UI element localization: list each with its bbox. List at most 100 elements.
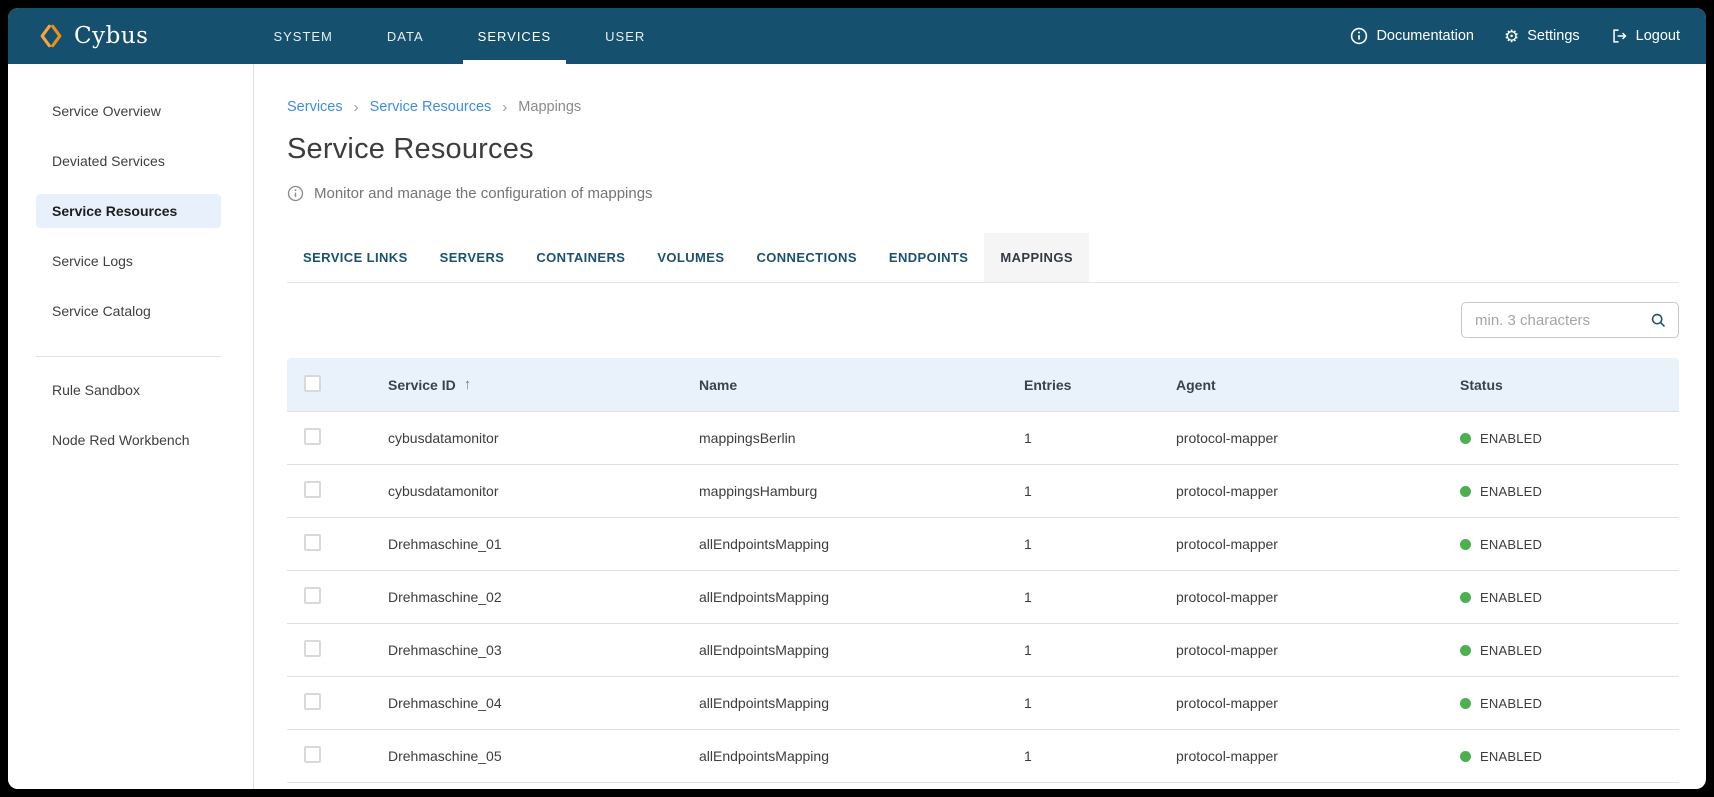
column-header-name[interactable]: Name	[699, 377, 1024, 393]
cell-status: ENABLED	[1460, 431, 1679, 446]
app-window: Cybus SYSTEM DATA SERVICES USER Document…	[8, 8, 1706, 789]
tab-servers[interactable]: SERVERS	[424, 233, 521, 282]
logout-button[interactable]: Logout	[1610, 27, 1680, 45]
tab-endpoints[interactable]: ENDPOINTS	[873, 233, 984, 282]
sidebar-item-service-overview[interactable]: Service Overview	[36, 94, 221, 128]
search-box[interactable]	[1461, 302, 1679, 338]
logout-icon	[1610, 27, 1628, 45]
table-row[interactable]: Drehmaschine_03 allEndpointsMapping 1 pr…	[287, 624, 1679, 677]
top-navbar: Cybus SYSTEM DATA SERVICES USER Document…	[8, 8, 1706, 64]
breadcrumb-service-resources[interactable]: Service Resources	[370, 99, 492, 115]
cell-entries: 1	[1024, 430, 1176, 446]
cell-name: allEndpointsMapping	[699, 642, 1024, 658]
table-row[interactable]: Drehmaschine_01 allEndpointsMapping 1 pr…	[287, 518, 1679, 571]
tab-connections[interactable]: CONNECTIONS	[740, 233, 872, 282]
cell-agent: protocol-mapper	[1176, 430, 1460, 446]
row-checkbox[interactable]	[304, 481, 321, 498]
settings-label: Settings	[1527, 28, 1579, 44]
column-header-entries[interactable]: Entries	[1024, 377, 1176, 393]
table-header-row: Service ID ↑ Name Entries Agent Status	[287, 358, 1679, 412]
sidebar-item-rule-sandbox[interactable]: Rule Sandbox	[36, 373, 221, 407]
row-checkbox[interactable]	[304, 640, 321, 657]
cell-agent: protocol-mapper	[1176, 642, 1460, 658]
search-icon[interactable]	[1650, 312, 1667, 329]
page-description-text: Monitor and manage the configuration of …	[314, 185, 653, 202]
column-header-agent[interactable]: Agent	[1176, 377, 1460, 393]
table-row[interactable]: cybusdatamonitor mappingsHamburg 1 proto…	[287, 465, 1679, 518]
cell-agent: protocol-mapper	[1176, 748, 1460, 764]
cell-status: ENABLED	[1460, 643, 1679, 658]
tab-containers[interactable]: CONTAINERS	[520, 233, 641, 282]
status-badge: ENABLED	[1480, 484, 1542, 499]
brand-name: Cybus	[74, 23, 148, 49]
table-row[interactable]: Drehmaschine_02 allEndpointsMapping 1 pr…	[287, 571, 1679, 624]
row-checkbox[interactable]	[304, 534, 321, 551]
status-dot	[1460, 751, 1471, 762]
cell-entries: 1	[1024, 536, 1176, 552]
sidebar-divider	[36, 356, 221, 357]
page-description: Monitor and manage the configuration of …	[287, 183, 1679, 203]
main-content: Services › Service Resources › Mappings …	[254, 64, 1706, 789]
tab-mappings[interactable]: MAPPINGS	[984, 233, 1089, 282]
navbar-actions: Documentation ⚙︎ Settings Logout	[1350, 8, 1680, 64]
cell-entries: 1	[1024, 483, 1176, 499]
cell-name: mappingsHamburg	[699, 483, 1024, 499]
table-row[interactable]: Drehmaschine_04 allEndpointsMapping 1 pr…	[287, 677, 1679, 730]
documentation-button[interactable]: Documentation	[1350, 27, 1474, 45]
cell-service-id: Drehmaschine_04	[388, 695, 699, 711]
page-title: Service Resources	[287, 130, 1679, 168]
column-header-service-id[interactable]: Service ID ↑	[388, 376, 699, 393]
brand-logo[interactable]: Cybus	[38, 8, 148, 64]
sidebar-item-service-logs[interactable]: Service Logs	[36, 244, 221, 278]
breadcrumb-services[interactable]: Services	[287, 99, 343, 115]
sidebar-item-deviated-services[interactable]: Deviated Services	[36, 144, 221, 178]
status-badge: ENABLED	[1480, 643, 1542, 658]
cell-entries: 1	[1024, 748, 1176, 764]
cell-status: ENABLED	[1460, 696, 1679, 711]
row-checkbox[interactable]	[304, 587, 321, 604]
cell-status: ENABLED	[1460, 749, 1679, 764]
row-checkbox[interactable]	[304, 428, 321, 445]
search-input[interactable]	[1475, 312, 1650, 329]
cell-service-id: cybusdatamonitor	[388, 430, 699, 446]
table-toolbar	[287, 302, 1679, 338]
tab-service-links[interactable]: SERVICE LINKS	[287, 233, 424, 282]
status-badge: ENABLED	[1480, 537, 1542, 552]
cell-name: allEndpointsMapping	[699, 589, 1024, 605]
select-all-checkbox[interactable]	[304, 375, 321, 392]
cell-status: ENABLED	[1460, 590, 1679, 605]
nav-item-system[interactable]: SYSTEM	[246, 8, 359, 64]
column-header-status[interactable]: Status	[1460, 377, 1679, 393]
sidebar-item-service-catalog[interactable]: Service Catalog	[36, 294, 221, 328]
mappings-table: Service ID ↑ Name Entries Agent Status c…	[287, 358, 1679, 783]
tab-volumes[interactable]: VOLUMES	[641, 233, 740, 282]
nav-item-user[interactable]: USER	[578, 8, 672, 64]
status-badge: ENABLED	[1480, 431, 1542, 446]
cell-name: mappingsBerlin	[699, 430, 1024, 446]
cell-entries: 1	[1024, 589, 1176, 605]
nav-item-data[interactable]: DATA	[360, 8, 451, 64]
table-row[interactable]: Drehmaschine_05 allEndpointsMapping 1 pr…	[287, 730, 1679, 783]
row-checkbox[interactable]	[304, 693, 321, 710]
cell-agent: protocol-mapper	[1176, 536, 1460, 552]
cell-service-id: Drehmaschine_03	[388, 642, 699, 658]
row-checkbox[interactable]	[304, 746, 321, 763]
nav-item-services[interactable]: SERVICES	[451, 8, 579, 64]
documentation-label: Documentation	[1376, 28, 1474, 44]
sidebar-item-service-resources[interactable]: Service Resources	[36, 194, 221, 228]
sidebar-item-node-red-workbench[interactable]: Node Red Workbench	[36, 423, 221, 457]
status-dot	[1460, 486, 1471, 497]
status-badge: ENABLED	[1480, 590, 1542, 605]
cell-service-id: Drehmaschine_01	[388, 536, 699, 552]
resource-tabs: SERVICE LINKS SERVERS CONTAINERS VOLUMES…	[287, 233, 1679, 283]
logout-label: Logout	[1636, 28, 1680, 44]
status-dot	[1460, 645, 1471, 656]
table-row[interactable]: cybusdatamonitor mappingsBerlin 1 protoc…	[287, 412, 1679, 465]
settings-button[interactable]: ⚙︎ Settings	[1504, 28, 1580, 45]
cybus-logo-icon	[38, 23, 64, 49]
cell-name: allEndpointsMapping	[699, 748, 1024, 764]
breadcrumb: Services › Service Resources › Mappings	[287, 97, 1679, 117]
cell-agent: protocol-mapper	[1176, 695, 1460, 711]
cell-name: allEndpointsMapping	[699, 695, 1024, 711]
status-dot	[1460, 433, 1471, 444]
